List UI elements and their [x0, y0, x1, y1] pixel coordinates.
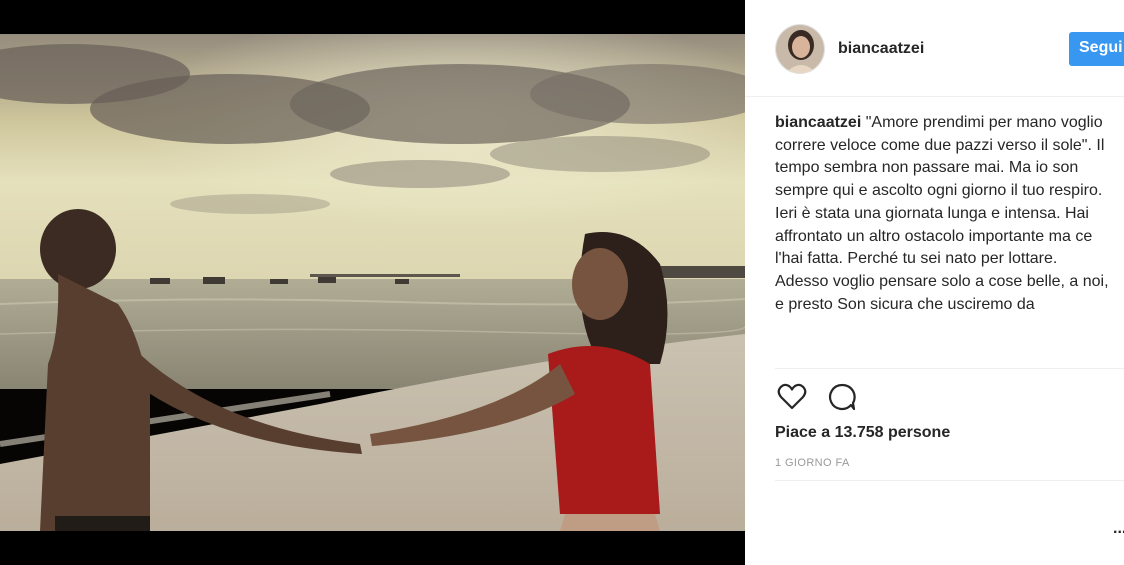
beach-sunset-photo [0, 34, 745, 531]
divider [775, 480, 1124, 481]
comment-button[interactable] [825, 380, 859, 414]
post-header: biancaatzei Segui [745, 0, 1124, 97]
caption-paragraph-2: Ieri è stata una giornata lunga e intens… [775, 204, 1093, 268]
post-timestamp: 1 GIORNO FA [775, 457, 850, 469]
avatar-image [776, 25, 824, 73]
caption-paragraph-3: Adesso voglio pensare solo a cose belle,… [775, 272, 1109, 313]
follow-button[interactable]: Segui [1069, 32, 1124, 66]
instagram-post-view: biancaatzei Segui biancaatzei "Amore pre… [0, 0, 1124, 565]
caption-scroll-area[interactable]: biancaatzei "Amore prendimi per mano vog… [775, 112, 1115, 368]
divider [775, 368, 1124, 369]
avatar[interactable] [775, 24, 825, 74]
media-panel [0, 0, 745, 565]
like-button[interactable] [775, 380, 809, 414]
like-count[interactable]: Piace a 13.758 persone [775, 424, 950, 442]
more-options-icon[interactable]: ... [1113, 520, 1124, 538]
post-side-panel: biancaatzei Segui biancaatzei "Amore pre… [745, 0, 1124, 565]
comment-bubble-icon [828, 383, 856, 411]
caption-text: biancaatzei "Amore prendimi per mano vog… [775, 112, 1115, 203]
caption-username[interactable]: biancaatzei [775, 114, 861, 131]
heart-icon [777, 383, 807, 410]
post-username[interactable]: biancaatzei [838, 40, 924, 58]
post-photo[interactable] [0, 34, 745, 531]
